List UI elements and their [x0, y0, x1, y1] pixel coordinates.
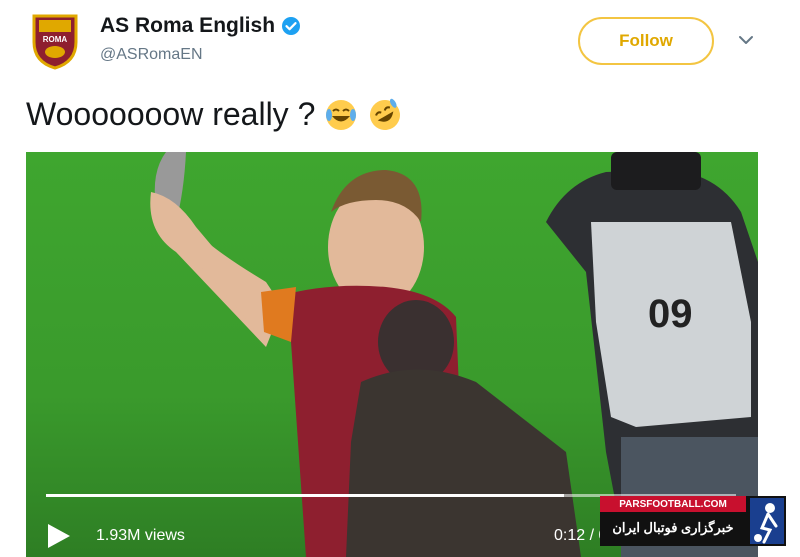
view-count: 1.93M views	[96, 527, 185, 544]
tweet-header: ROMA AS Roma English @ASRomaEN Follow	[0, 0, 800, 90]
bib-number: 09	[648, 292, 693, 336]
verified-badge-icon	[282, 17, 301, 35]
display-name[interactable]: AS Roma English	[100, 14, 275, 38]
svg-text:ROMA: ROMA	[43, 35, 68, 44]
as-roma-crest-avatar[interactable]: ROMA	[30, 12, 80, 70]
account-name-row: AS Roma English	[100, 14, 301, 38]
rolling-on-floor-laughing-icon	[370, 98, 401, 130]
chevron-down-icon[interactable]	[736, 30, 756, 50]
face-with-tears-of-joy-icon	[326, 99, 357, 130]
follow-button[interactable]: Follow	[578, 17, 714, 65]
parsfootball-watermark: PARSFOOTBALL.COM خبرگزاری فوتبال ایران	[600, 496, 786, 546]
tweet-text-content: Wooooooow really ?	[26, 96, 316, 132]
video-progress-fill	[46, 494, 564, 497]
watermark-tagline: خبرگزاری فوتبال ایران	[612, 520, 734, 535]
account-handle[interactable]: @ASRomaEN	[100, 46, 203, 64]
foreground-person	[346, 300, 581, 557]
watermark-site: PARSFOOTBALL.COM	[600, 496, 746, 512]
play-icon[interactable]	[46, 522, 72, 550]
parsfootball-logo	[750, 498, 784, 544]
tweet-text: Wooooooow really ?	[26, 96, 403, 133]
